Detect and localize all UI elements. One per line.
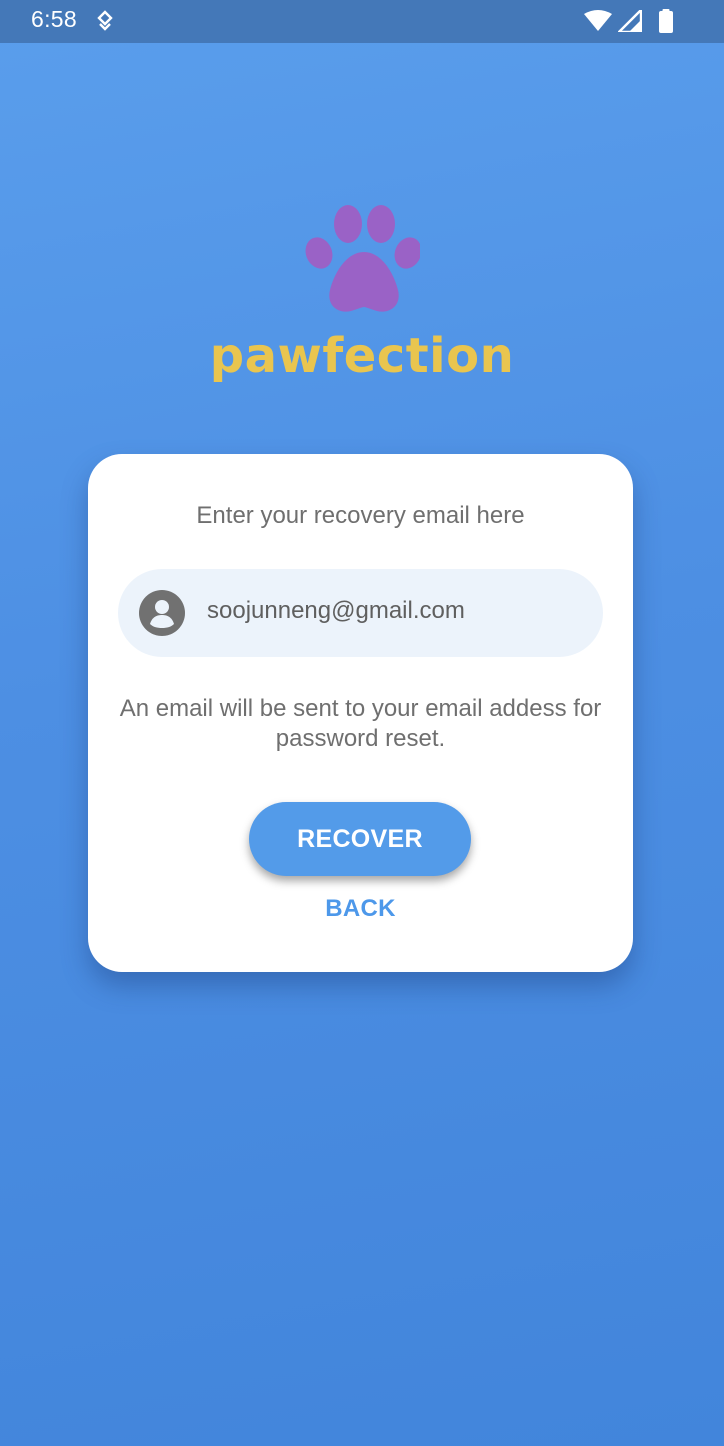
back-button[interactable]: BACK	[88, 895, 633, 923]
recovery-card: Enter your recovery email here soojunnen…	[88, 454, 633, 972]
screen: 6:58 pawfection Enter your recovery emai…	[0, 0, 724, 1446]
status-icons	[584, 9, 674, 33]
battery-icon	[659, 9, 673, 33]
app-name: pawfection	[209, 328, 515, 384]
email-field[interactable]: soojunneng@gmail.com	[118, 569, 603, 657]
recover-button[interactable]: RECOVER	[249, 802, 471, 876]
paw-icon	[305, 205, 420, 312]
info-text: An email will be sent to your email adde…	[119, 695, 602, 752]
card-title: Enter your recovery email here	[196, 502, 525, 529]
cell-signal-icon	[618, 10, 642, 32]
status-bar: 6:58	[0, 0, 724, 43]
wifi-icon	[584, 10, 612, 31]
email-input-value[interactable]: soojunneng@gmail.com	[207, 597, 465, 625]
status-time: 6:58	[31, 6, 77, 32]
account-circle-icon	[139, 590, 185, 636]
sync-icon	[97, 10, 113, 31]
app-logo: pawfection	[0, 200, 724, 384]
